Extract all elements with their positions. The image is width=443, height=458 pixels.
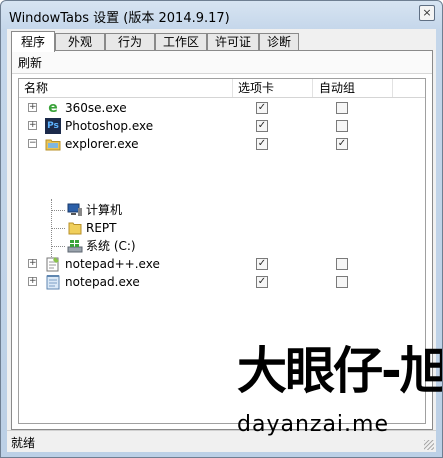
expand-button[interactable]: + <box>28 103 37 112</box>
autogroup-checkbox[interactable] <box>336 276 348 288</box>
expand-button[interactable]: + <box>28 277 37 286</box>
list-item[interactable]: − explorer.exe ✓ ✓ <box>19 135 425 153</box>
window-name: 系统 (C:) <box>86 239 136 253</box>
column-name[interactable]: 名称 <box>19 79 233 97</box>
browser-360se-icon: e <box>48 100 58 116</box>
drive-icon <box>67 238 83 254</box>
column-tabs[interactable]: 选项卡 <box>233 79 313 97</box>
notepadpp-icon <box>45 256 61 272</box>
window-title: WindowTabs 设置 (版本 2014.9.17) <box>9 11 230 26</box>
watermark-title: 大眼仔-旭 <box>237 342 443 400</box>
refresh-button[interactable]: 刷新 <box>18 54 42 71</box>
window-name: 计算机 <box>86 203 123 217</box>
autogroup-checkbox[interactable] <box>336 102 348 114</box>
list-item[interactable]: + Ps Photoshop.exe ✓ <box>19 117 425 135</box>
tab-behavior[interactable]: 行为 <box>105 33 155 50</box>
photoshop-icon: Ps <box>45 118 61 134</box>
settings-window: WindowTabs 设置 (版本 2014.9.17) × 程序 外观 行为 … <box>0 0 443 458</box>
tabs-checkbox[interactable]: ✓ <box>256 276 268 288</box>
close-icon: × <box>422 6 432 19</box>
folder-icon <box>45 136 61 152</box>
program-name: notepad.exe <box>65 275 140 289</box>
tabs-checkbox[interactable]: ✓ <box>256 138 268 150</box>
tabs-checkbox[interactable]: ✓ <box>256 120 268 132</box>
program-name: Photoshop.exe <box>65 119 154 133</box>
tab-appearance[interactable]: 外观 <box>55 33 105 50</box>
tabs-checkbox[interactable]: ✓ <box>256 258 268 270</box>
tab-programs[interactable]: 程序 <box>11 31 55 52</box>
computer-icon <box>67 202 83 218</box>
list-item[interactable]: 系统 (C:) <box>19 237 425 255</box>
collapse-button[interactable]: − <box>28 139 37 148</box>
watermark-url: dayanzai.me <box>237 412 389 437</box>
title-bar[interactable]: WindowTabs 设置 (版本 2014.9.17) × <box>1 1 442 29</box>
program-name: notepad++.exe <box>65 257 160 271</box>
list-item[interactable]: 计算机 <box>19 201 425 219</box>
autogroup-checkbox[interactable] <box>336 258 348 270</box>
tab-diagnostics[interactable]: 诊断 <box>259 33 299 50</box>
autogroup-checkbox[interactable] <box>336 120 348 132</box>
tabs-checkbox[interactable]: ✓ <box>256 102 268 114</box>
tab-license[interactable]: 许可证 <box>207 33 259 50</box>
watermark: 大眼仔-旭 dayanzai.me <box>237 341 442 446</box>
list-item[interactable]: + notepad.exe ✓ <box>19 273 425 291</box>
expand-button[interactable]: + <box>28 121 37 130</box>
expand-button[interactable]: + <box>28 259 37 268</box>
column-autogroup[interactable]: 自动组 <box>313 79 393 97</box>
program-name: 360se.exe <box>65 101 127 115</box>
status-text: 就绪 <box>11 436 36 450</box>
program-name: explorer.exe <box>65 137 139 151</box>
window-name: REPT <box>86 221 117 235</box>
list-item[interactable]: + e 360se.exe ✓ <box>19 99 425 117</box>
close-button[interactable]: × <box>419 5 435 21</box>
list-header: 名称 选项卡 自动组 <box>19 79 425 98</box>
autogroup-checkbox[interactable]: ✓ <box>336 138 348 150</box>
list-item[interactable]: + notepad++.exe ✓ <box>19 255 425 273</box>
folder-icon <box>67 220 83 236</box>
tab-strip: 程序 外观 行为 工作区 许可证 诊断 <box>11 31 431 52</box>
toolbar: 刷新 <box>12 51 432 74</box>
tab-workspace[interactable]: 工作区 <box>155 33 207 50</box>
list-item[interactable]: REPT <box>19 219 425 237</box>
notepad-icon <box>45 274 61 290</box>
